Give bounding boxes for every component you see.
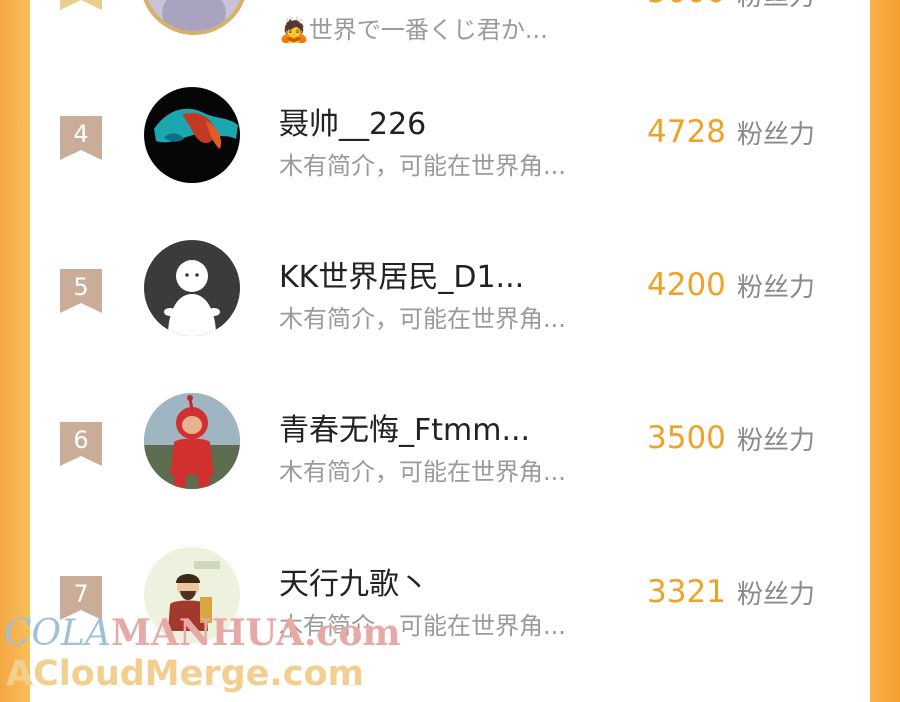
rank-number: 7 <box>73 580 89 608</box>
list-item-rank-5[interactable]: 5 KK世界居民_D1... 木有简介，可能在世界角... 4200 粉丝力 <box>30 223 870 377</box>
rank-badge: 6 <box>60 422 102 466</box>
fan-power-score: 5000 <box>647 0 726 10</box>
username[interactable]: 青春无悔_Ftmm... <box>279 405 530 449</box>
rank-number: 6 <box>73 426 89 454</box>
fan-power-unit: 粉丝力 <box>737 0 815 13</box>
right-frame-border <box>870 0 900 702</box>
list-item-rank-3[interactable]: 🙇世界で一番くじ君か... 5000 粉丝力 <box>30 0 870 76</box>
fan-power-unit: 粉丝力 <box>737 580 816 610</box>
fan-power-unit: 粉丝力 <box>737 273 816 303</box>
username[interactable]: 聂帅__226 <box>279 99 426 143</box>
list-item-rank-4[interactable]: 4 聂帅__226 木有简介，可能在世界角... 4728 粉丝力 <box>30 70 870 224</box>
list-item-rank-6[interactable]: 6 青春无悔_Ftmm... 木有简介，可能在世界角... 3500 粉丝力 <box>30 376 870 530</box>
fan-power-unit: 粉丝力 <box>737 426 816 456</box>
rank-number: 4 <box>73 120 89 148</box>
user-bio: 木有简介，可能在世界角... <box>279 458 566 486</box>
user-bio: 木有简介，可能在世界角... <box>279 305 566 333</box>
avatar[interactable] <box>144 240 240 336</box>
fan-power-unit: 粉丝力 <box>737 120 816 150</box>
username[interactable]: KK世界居民_D1... <box>279 252 524 296</box>
fan-power-score: 3321 <box>647 574 726 610</box>
watermark-acloudmerge: ACloudMerge.com <box>6 654 364 694</box>
username[interactable]: 天行九歌丶 <box>279 559 429 603</box>
watermark-colamanhua: COLAMANHUA.com <box>4 612 401 654</box>
fan-power-score: 3500 <box>647 420 726 456</box>
avatar[interactable] <box>144 87 240 183</box>
ranking-list: 🙇世界で一番くじ君か... 5000 粉丝力 4 聂帅__226 木有简介，可能… <box>30 0 870 702</box>
rank-badge <box>60 0 102 10</box>
fan-power-score: 4728 <box>647 114 726 150</box>
avatar[interactable] <box>144 393 240 489</box>
left-frame-border <box>0 0 30 702</box>
user-bio: 木有简介，可能在世界角... <box>279 152 566 180</box>
user-bio: 🙇世界で一番くじ君か... <box>279 16 548 44</box>
avatar[interactable] <box>140 0 248 35</box>
rank-badge: 4 <box>60 116 102 160</box>
default-person-icon <box>164 260 220 336</box>
fan-power-score: 4200 <box>647 267 726 303</box>
rank-number: 5 <box>73 273 89 301</box>
rank-badge: 5 <box>60 269 102 313</box>
